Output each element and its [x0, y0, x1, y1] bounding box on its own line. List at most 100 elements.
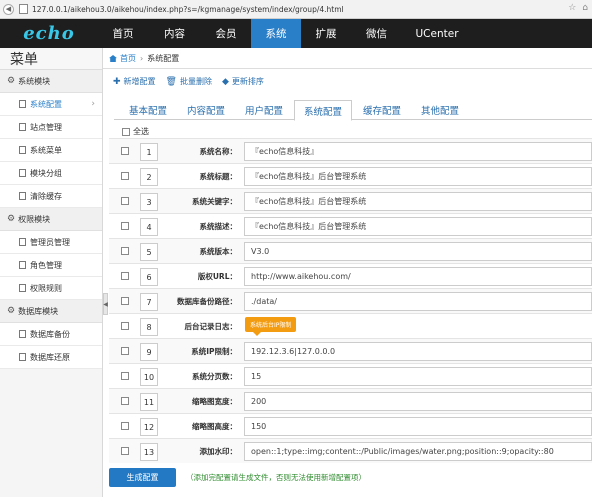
sort-order-input[interactable]: 1 — [140, 143, 158, 161]
sidebar-item-site-management[interactable]: 站点管理 — [0, 116, 102, 139]
config-value-input[interactable]: 『echo信息科技』后台管理系统 — [244, 167, 592, 186]
table-row: 9 系统IP限制： 192.12.3.6|127.0.0.0 — [109, 338, 592, 363]
row-checkbox[interactable] — [121, 222, 129, 230]
document-icon — [19, 100, 26, 108]
document-icon — [19, 330, 26, 338]
config-value-input[interactable]: V3.0 — [244, 242, 592, 261]
sidebar-item-database-backup[interactable]: 数据库备份 — [0, 323, 102, 346]
sort-order-input[interactable]: 6 — [140, 268, 158, 286]
row-checkbox[interactable] — [121, 372, 129, 380]
row-checkbox[interactable] — [121, 247, 129, 255]
config-label: 系统IP限制： — [191, 347, 237, 356]
sort-order-input[interactable]: 4 — [140, 218, 158, 236]
table-row: 10 系统分页数： 15 — [109, 363, 592, 388]
trash-icon: 🗑 — [165, 76, 177, 87]
url-field[interactable]: 127.0.0.1/aikehou3.0/aikehou/index.php?s… — [32, 5, 344, 14]
sidebar-item-database-restore[interactable]: 数据库还原 — [0, 346, 102, 369]
tab-content[interactable]: 内容配置 — [178, 100, 234, 120]
sidebar-item-role-management[interactable]: 角色管理 — [0, 254, 102, 277]
row-checkbox[interactable] — [121, 322, 129, 330]
home-icon[interactable]: ⌂ — [582, 3, 588, 13]
sidebar-item-module-groups[interactable]: 模块分组 — [0, 162, 102, 185]
sidebar-item-label: 管理员管理 — [30, 237, 70, 247]
row-checkbox[interactable] — [121, 447, 129, 455]
nav-item-members[interactable]: 会员 — [201, 19, 251, 48]
tab-user[interactable]: 用户配置 — [236, 100, 292, 120]
sort-order-input[interactable]: 7 — [140, 293, 158, 311]
logo: echo — [0, 19, 98, 48]
document-icon — [19, 261, 26, 269]
sidebar-item-label: 站点管理 — [30, 122, 62, 132]
breadcrumb-separator: › — [140, 54, 144, 63]
batch-delete-button[interactable]: 🗑 批量删除 — [166, 76, 212, 87]
row-checkbox[interactable] — [121, 172, 129, 180]
sort-order-input[interactable]: 3 — [140, 193, 158, 211]
sidebar-collapse-handle[interactable]: ◀ — [103, 293, 108, 315]
document-icon — [19, 123, 26, 131]
tab-other[interactable]: 其他配置 — [412, 100, 468, 120]
sort-order-input[interactable]: 8 — [140, 318, 158, 336]
breadcrumb-home[interactable]: 首页 — [109, 53, 136, 64]
select-all-checkbox[interactable] — [122, 127, 130, 136]
row-checkbox[interactable] — [121, 347, 129, 355]
nav-item-ucenter[interactable]: UCenter — [402, 19, 472, 48]
sidebar-item-label: 角色管理 — [30, 260, 62, 270]
config-value-input[interactable]: 200 — [244, 392, 592, 411]
config-value-input[interactable]: ./data/ — [244, 292, 592, 311]
sort-order-input[interactable]: 5 — [140, 243, 158, 261]
sidebar-group-system[interactable]: ⚙ 系统模块 — [0, 70, 102, 93]
nav-item-content[interactable]: 内容 — [148, 19, 201, 48]
sort-order-input[interactable]: 10 — [140, 368, 158, 386]
sidebar-item-label: 模块分组 — [30, 168, 62, 178]
sidebar-item-permission-rules[interactable]: 权限规则 — [0, 277, 102, 300]
config-value-input[interactable]: open::1;type::img;content::/Public/image… — [244, 442, 592, 461]
select-all[interactable]: 全选 — [122, 126, 149, 137]
page-icon — [19, 4, 28, 14]
update-sort-button[interactable]: ◆ 更新排序 — [222, 76, 264, 87]
row-checkbox[interactable] — [121, 272, 129, 280]
sidebar-group-database[interactable]: ⚙ 数据库模块 — [0, 300, 102, 323]
tab-system[interactable]: 系统配置 — [294, 100, 352, 121]
sort-order-input[interactable]: 13 — [140, 443, 158, 461]
config-value-input[interactable]: 『echo信息科技』 — [244, 142, 592, 161]
sidebar-item-clear-cache[interactable]: 清除缓存 — [0, 185, 102, 208]
nav-item-extend[interactable]: 扩展 — [301, 19, 351, 48]
config-value-input[interactable]: 192.12.3.6|127.0.0.0 — [244, 342, 592, 361]
row-checkbox[interactable] — [121, 397, 129, 405]
config-value-input[interactable]: http://www.aikehou.com/ — [244, 267, 592, 286]
table-row: 2 系统标题： 『echo信息科技』后台管理系统 — [109, 163, 592, 188]
back-icon[interactable]: ◀ — [3, 3, 14, 15]
config-value-input[interactable]: 『echo信息科技』后台管理系统 — [244, 192, 592, 211]
update-sort-label: 更新排序 — [231, 77, 264, 86]
tab-basic[interactable]: 基本配置 — [120, 100, 176, 120]
nav-item-wechat[interactable]: 微信 — [351, 19, 402, 48]
row-checkbox[interactable] — [121, 147, 129, 155]
config-value-input[interactable]: 150 — [244, 417, 592, 436]
tab-cache[interactable]: 缓存配置 — [354, 100, 410, 120]
sidebar-item-admin-management[interactable]: 管理员管理 — [0, 231, 102, 254]
document-icon — [19, 169, 26, 177]
sidebar-item-system-config[interactable]: 系统配置 › — [0, 93, 102, 116]
sidebar: 菜单 ⚙ 系统模块 系统配置 › 站点管理 系统菜单 模块分组 清除缓存 ⚙ 权限模块… — [0, 48, 103, 497]
sort-order-input[interactable]: 11 — [140, 393, 158, 411]
generate-note: （添加完配置请生成文件，否则无法使用新增配置项） — [186, 473, 366, 482]
sort-order-input[interactable]: 2 — [140, 168, 158, 186]
favorite-star-icon[interactable]: ☆ — [568, 3, 576, 13]
add-config-button[interactable]: ✚ 新增配置 — [113, 76, 156, 87]
table-row: 3 系统关键字： 『echo信息科技』后台管理系统 — [109, 188, 592, 213]
sort-order-input[interactable]: 12 — [140, 418, 158, 436]
config-label: 系统关键字： — [192, 197, 237, 206]
sidebar-group-permissions[interactable]: ⚙ 权限模块 — [0, 208, 102, 231]
nav-item-system[interactable]: 系统 — [251, 19, 301, 48]
generate-config-button[interactable]: 生成配置 — [109, 468, 176, 487]
row-checkbox[interactable] — [121, 422, 129, 430]
sidebar-item-label: 系统配置 — [30, 99, 62, 109]
config-value-input[interactable]: 15 — [244, 367, 592, 386]
nav-item-home[interactable]: 首页 — [98, 19, 148, 48]
table-row: 6 版权URL： http://www.aikehou.com/ — [109, 263, 592, 288]
config-value-input[interactable]: 『echo信息科技』后台管理系统 — [244, 217, 592, 236]
sort-order-input[interactable]: 9 — [140, 343, 158, 361]
row-checkbox[interactable] — [121, 197, 129, 205]
row-checkbox[interactable] — [121, 297, 129, 305]
sidebar-item-system-menu[interactable]: 系统菜单 — [0, 139, 102, 162]
